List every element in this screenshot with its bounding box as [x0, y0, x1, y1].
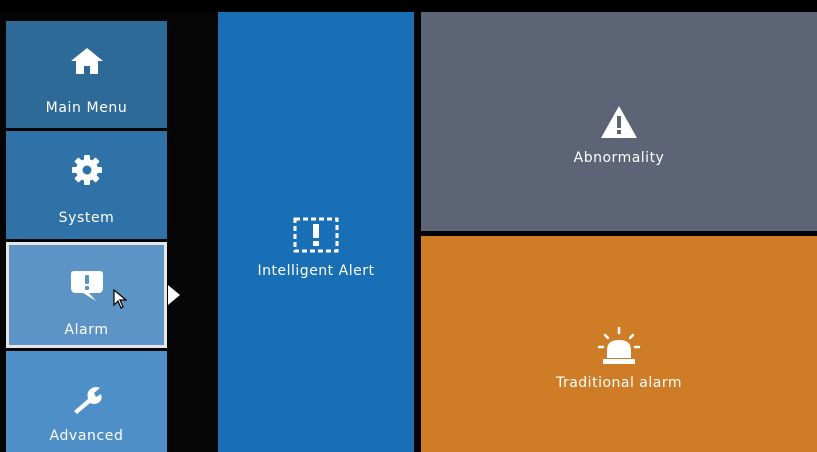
tile-abnormality[interactable]: Abnormality — [421, 12, 817, 231]
wrench-icon — [70, 385, 104, 419]
tile-label: Traditional alarm — [555, 375, 683, 391]
sidebar-item-label: System — [58, 210, 115, 226]
sidebar-item-advanced[interactable]: Advanced — [6, 351, 167, 452]
tile-label: Intelligent Alert — [257, 263, 375, 279]
sidebar-item-label: Alarm — [64, 322, 109, 338]
mouse-cursor-icon — [113, 288, 128, 313]
alarm-menu-screen: Main Menu System Alarm Advanced Intellig… — [0, 0, 817, 452]
tile-intelligent-alert[interactable]: Intelligent Alert — [218, 12, 414, 452]
alarm-exclamation-icon — [69, 266, 105, 306]
sidebar-item-alarm[interactable]: Alarm — [6, 242, 167, 348]
selection-arrow-icon — [168, 285, 180, 305]
sidebar-item-label: Advanced — [49, 428, 124, 444]
sidebar-item-system[interactable]: System — [6, 131, 167, 239]
intelligent-alert-icon — [293, 217, 339, 257]
siren-icon — [595, 326, 643, 370]
home-icon — [70, 47, 104, 79]
sidebar-item-label: Main Menu — [45, 100, 128, 116]
tile-traditional-alarm[interactable]: Traditional alarm — [421, 236, 817, 452]
gear-icon — [71, 154, 103, 190]
tile-label: Abnormality — [573, 150, 665, 166]
sidebar-item-main-menu[interactable]: Main Menu — [6, 21, 167, 128]
top-strip — [0, 0, 817, 12]
warning-triangle-icon — [600, 105, 638, 143]
